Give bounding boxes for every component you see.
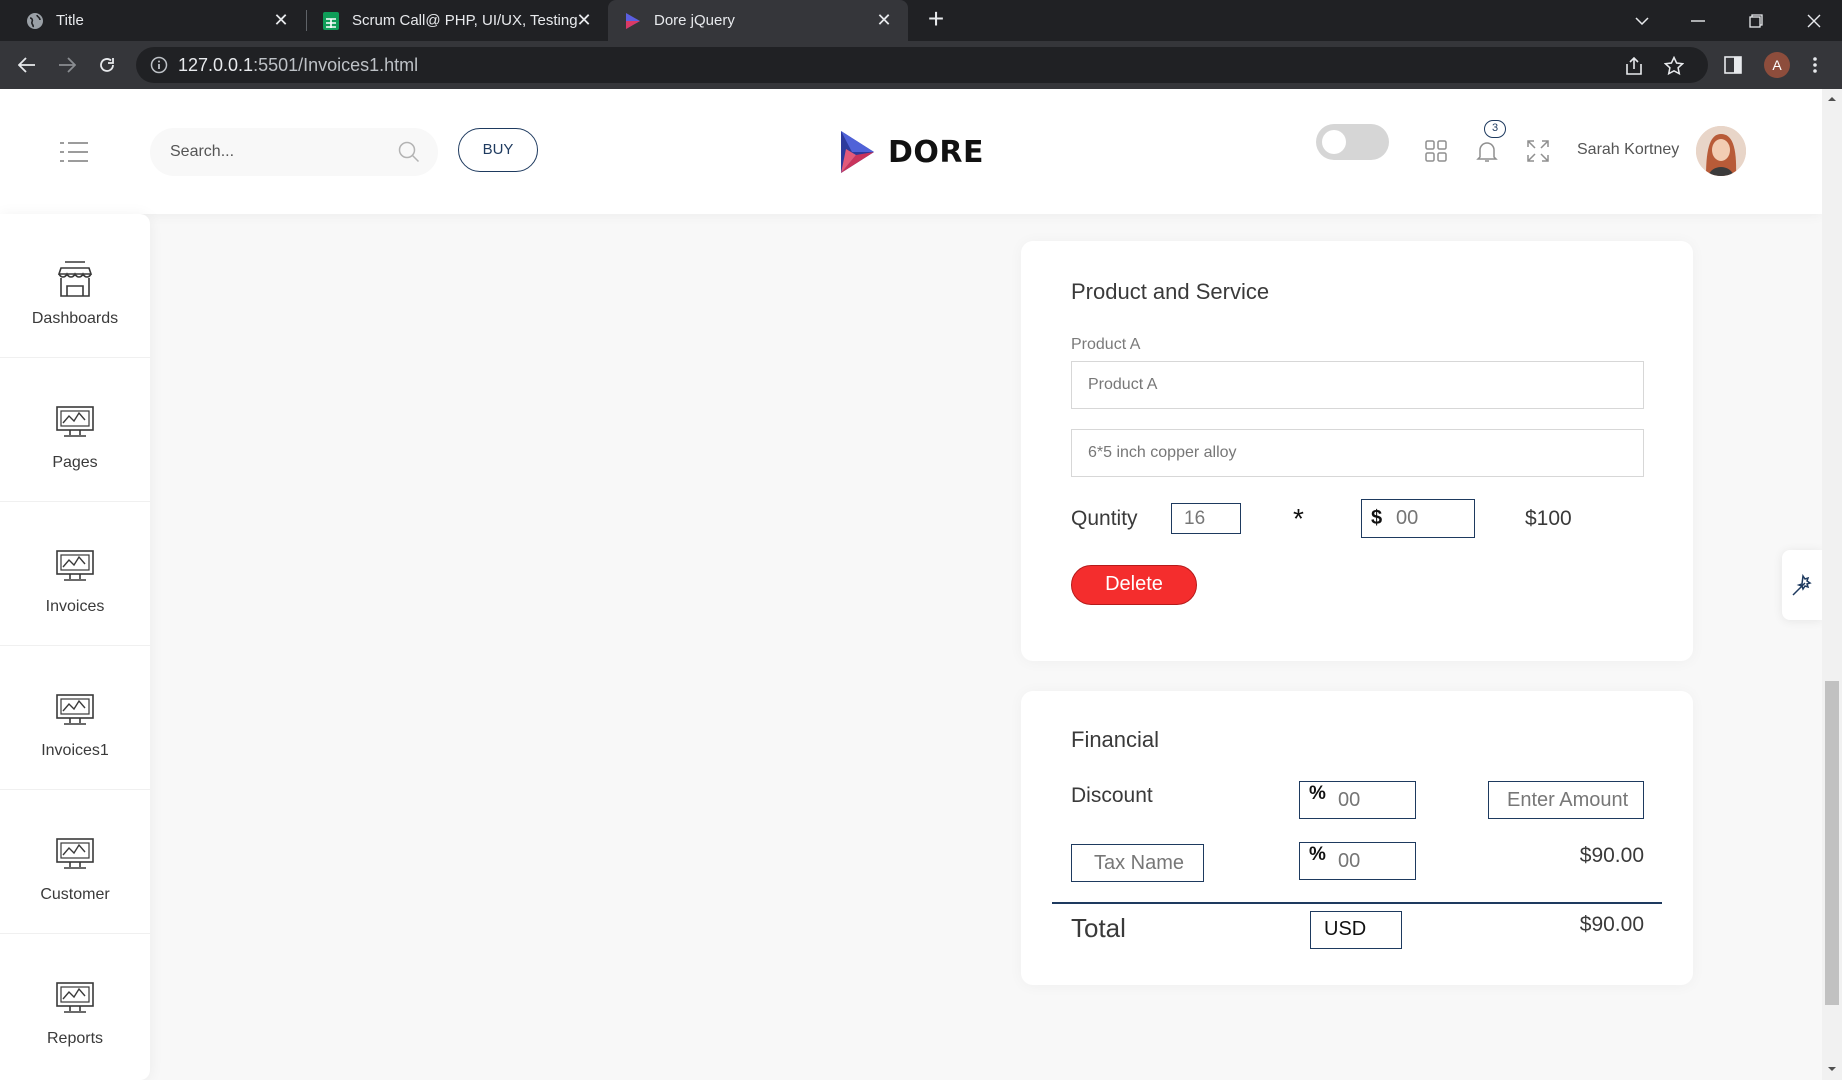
browser-menu-icon[interactable] xyxy=(1802,52,1828,78)
reload-icon[interactable] xyxy=(94,52,120,78)
monitor-chart-icon xyxy=(55,402,95,442)
search-input[interactable] xyxy=(170,128,390,176)
sidebar-item-label: Invoices1 xyxy=(41,742,109,759)
user-avatar[interactable] xyxy=(1696,126,1746,176)
sidebar-item-label: Reports xyxy=(46,1030,104,1047)
search-icon[interactable] xyxy=(398,141,420,163)
apps-grid-icon[interactable] xyxy=(1423,138,1449,164)
dore-logo[interactable]: DORE xyxy=(838,129,984,175)
main-sidebar: Dashboards Pages Invoices Invoices1 Cust… xyxy=(0,214,150,1080)
discount-label: Discount xyxy=(1071,784,1153,807)
sidebar-item-invoices[interactable]: Invoices xyxy=(0,502,150,646)
sidebar-item-customer[interactable]: Customer xyxy=(0,790,150,934)
sheets-icon xyxy=(322,11,340,30)
tax-amount: $90.00 xyxy=(1579,844,1644,867)
forward-arrow-icon[interactable] xyxy=(54,52,80,78)
tax-name-input[interactable] xyxy=(1071,844,1204,882)
monitor-chart-icon xyxy=(55,978,95,1018)
buy-button[interactable]: BUY xyxy=(458,128,538,172)
profile-avatar[interactable]: A xyxy=(1764,52,1790,78)
line-total: $100 xyxy=(1525,507,1572,530)
card-title: Product and Service xyxy=(1071,279,1270,304)
back-arrow-icon[interactable] xyxy=(14,52,40,78)
sidebar-item-dashboards[interactable]: Dashboards xyxy=(0,214,150,358)
product-service-card: Product and Service Product A Quntity * … xyxy=(1021,241,1693,661)
restore-icon[interactable] xyxy=(1728,0,1784,41)
browser-address-bar: 127.0.0.1:5501/Invoices1.html A xyxy=(0,41,1842,89)
financial-card: Financial Discount % % $90.00 Total USD … xyxy=(1021,691,1693,985)
url-text: 127.0.0.1:5501/Invoices1.html xyxy=(178,55,418,76)
theme-toggle-switch[interactable] xyxy=(1316,124,1389,160)
notification-count-badge: 3 xyxy=(1484,120,1506,138)
browser-tab-bar: Title ✕ Scrum Call@ PHP, UI/UX, Testing … xyxy=(0,0,1842,41)
top-navbar: BUY DORE 3 Sarah Kortney xyxy=(0,89,1822,214)
discount-amount-input[interactable] xyxy=(1488,781,1644,819)
new-tab-plus-icon[interactable]: + xyxy=(924,5,948,33)
close-tab-icon[interactable]: ✕ xyxy=(874,10,894,30)
page-scrollbar[interactable] xyxy=(1822,89,1842,1080)
url-path: :5501/Invoices1.html xyxy=(253,55,419,75)
browser-tab-dore[interactable]: Dore jQuery ✕ xyxy=(608,0,908,41)
quantity-label: Quntity xyxy=(1071,507,1138,530)
unit-price-input[interactable] xyxy=(1361,499,1475,538)
close-tab-icon[interactable]: ✕ xyxy=(271,10,291,30)
theme-customizer-tab[interactable] xyxy=(1782,550,1822,620)
side-panel-icon[interactable] xyxy=(1720,52,1746,78)
card-title: Financial xyxy=(1071,727,1160,752)
user-name[interactable]: Sarah Kortney xyxy=(1577,141,1679,159)
product-description-input[interactable] xyxy=(1071,429,1644,477)
browser-tab-scrum[interactable]: Scrum Call@ PHP, UI/UX, Testing ✕ xyxy=(298,0,608,41)
currency-select[interactable]: USD xyxy=(1310,911,1402,949)
search-box xyxy=(150,128,438,176)
bookmark-star-icon[interactable] xyxy=(1663,55,1685,76)
total-amount: $90.00 xyxy=(1579,913,1644,936)
close-tab-icon[interactable]: ✕ xyxy=(574,10,594,30)
monitor-chart-icon xyxy=(55,546,95,586)
product-label: Product A xyxy=(1071,336,1141,353)
share-icon[interactable] xyxy=(1624,56,1644,76)
discount-percent-input[interactable] xyxy=(1299,781,1416,819)
sidebar-item-pages[interactable]: Pages xyxy=(0,358,150,502)
globe-icon xyxy=(26,12,44,30)
page-content: BUY DORE 3 Sarah Kortney xyxy=(0,89,1842,1080)
sidebar-item-label: Customer xyxy=(40,886,110,903)
logo-text: DORE xyxy=(888,134,984,170)
toggle-knob xyxy=(1322,130,1346,154)
product-name-input[interactable] xyxy=(1071,361,1644,409)
menu-toggle-icon[interactable] xyxy=(58,141,90,163)
magic-wand-icon xyxy=(1792,573,1812,596)
sidebar-item-label: Invoices xyxy=(45,598,105,615)
site-info-icon[interactable] xyxy=(150,56,168,74)
sidebar-item-label: Pages xyxy=(52,454,98,471)
monitor-chart-icon xyxy=(55,690,95,730)
fullscreen-icon[interactable] xyxy=(1525,138,1551,164)
dore-logo-icon xyxy=(841,131,874,173)
url-omnibox[interactable]: 127.0.0.1:5501/Invoices1.html xyxy=(136,47,1708,83)
close-window-icon[interactable] xyxy=(1786,0,1842,41)
notification-bell-icon[interactable] xyxy=(1474,138,1500,164)
sidebar-item-invoices1[interactable]: Invoices1 xyxy=(0,646,150,790)
minimize-icon[interactable] xyxy=(1670,0,1726,41)
dore-icon xyxy=(624,12,642,30)
scroll-up-arrow-icon[interactable] xyxy=(1827,94,1837,104)
browser-tab-title[interactable]: Title ✕ xyxy=(0,0,305,41)
scroll-down-arrow-icon[interactable] xyxy=(1827,1064,1837,1074)
sidebar-item-reports[interactable]: Reports xyxy=(0,934,150,1078)
multiply-sign: * xyxy=(1293,503,1304,534)
total-label: Total xyxy=(1071,913,1126,943)
total-divider xyxy=(1052,902,1662,904)
shop-icon xyxy=(55,260,95,300)
tab-search-chevron-icon[interactable] xyxy=(1614,0,1670,41)
url-host: 127.0.0.1 xyxy=(178,55,254,75)
sidebar-item-label: Dashboards xyxy=(31,310,119,327)
scrollbar-thumb[interactable] xyxy=(1825,681,1839,1005)
tax-percent-input[interactable] xyxy=(1299,842,1416,880)
monitor-chart-icon xyxy=(55,834,95,874)
delete-button[interactable]: Delete xyxy=(1071,565,1197,605)
quantity-input[interactable] xyxy=(1171,503,1241,534)
